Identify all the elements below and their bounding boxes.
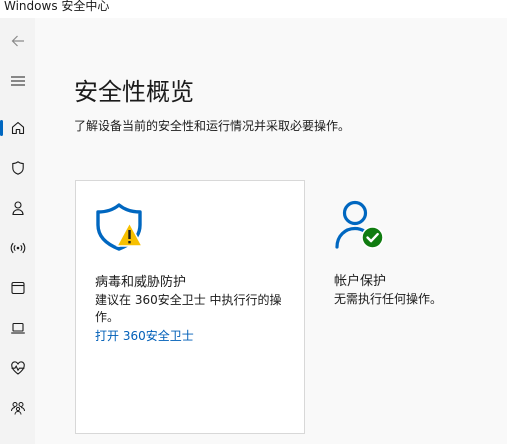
- account-ok-icon: [335, 200, 384, 249]
- page-title: 安全性概览: [74, 78, 194, 106]
- back-button[interactable]: [0, 24, 35, 58]
- menu-button[interactable]: [0, 64, 35, 98]
- card-description: 无需执行任何操作。: [334, 292, 443, 306]
- family-icon: [10, 402, 25, 415]
- title-bar: Windows 安全中心: [0, 0, 507, 18]
- wireless-icon: [10, 242, 25, 254]
- card-description: 建议在 360安全卫士 中执行行的操作。: [95, 293, 282, 324]
- back-arrow-icon: [11, 35, 24, 47]
- app-window-icon: [10, 281, 25, 295]
- page-subtitle: 了解设备当前的安全性和运行情况并采取必要操作。: [74, 119, 351, 133]
- home-icon: [11, 121, 24, 135]
- heart-pulse-icon: [10, 361, 25, 375]
- hamburger-menu-icon: [10, 76, 25, 86]
- nav-family-options[interactable]: [0, 391, 35, 425]
- sidebar: [0, 18, 35, 444]
- nav-firewall[interactable]: [0, 231, 35, 265]
- main-content: 安全性概览 了解设备当前的安全性和运行情况并采取必要操作。 病毒和威胁防护 建议…: [35, 18, 507, 444]
- card-title: 病毒和威胁防护: [95, 275, 187, 290]
- shield-warning-icon: [96, 203, 143, 251]
- card-title: 帐户保护: [334, 274, 387, 289]
- open-360-link[interactable]: 打开 360安全卫士: [95, 327, 194, 344]
- laptop-icon: [10, 322, 25, 334]
- nav-device-security[interactable]: [0, 311, 35, 345]
- account-protection-card[interactable]: 帐户保护 无需执行任何操作。: [315, 180, 505, 434]
- nav-device-performance[interactable]: [0, 351, 35, 385]
- nav-home[interactable]: [0, 111, 35, 145]
- shield-icon: [11, 161, 24, 175]
- window-title: Windows 安全中心: [4, 0, 110, 13]
- nav-account-protection[interactable]: [0, 191, 35, 225]
- person-icon: [11, 201, 24, 216]
- virus-threat-protection-card[interactable]: 病毒和威胁防护 建议在 360安全卫士 中执行行的操作。 打开 360安全卫士: [75, 180, 305, 434]
- nav-app-browser-control[interactable]: [0, 271, 35, 305]
- nav-virus-protection[interactable]: [0, 151, 35, 185]
